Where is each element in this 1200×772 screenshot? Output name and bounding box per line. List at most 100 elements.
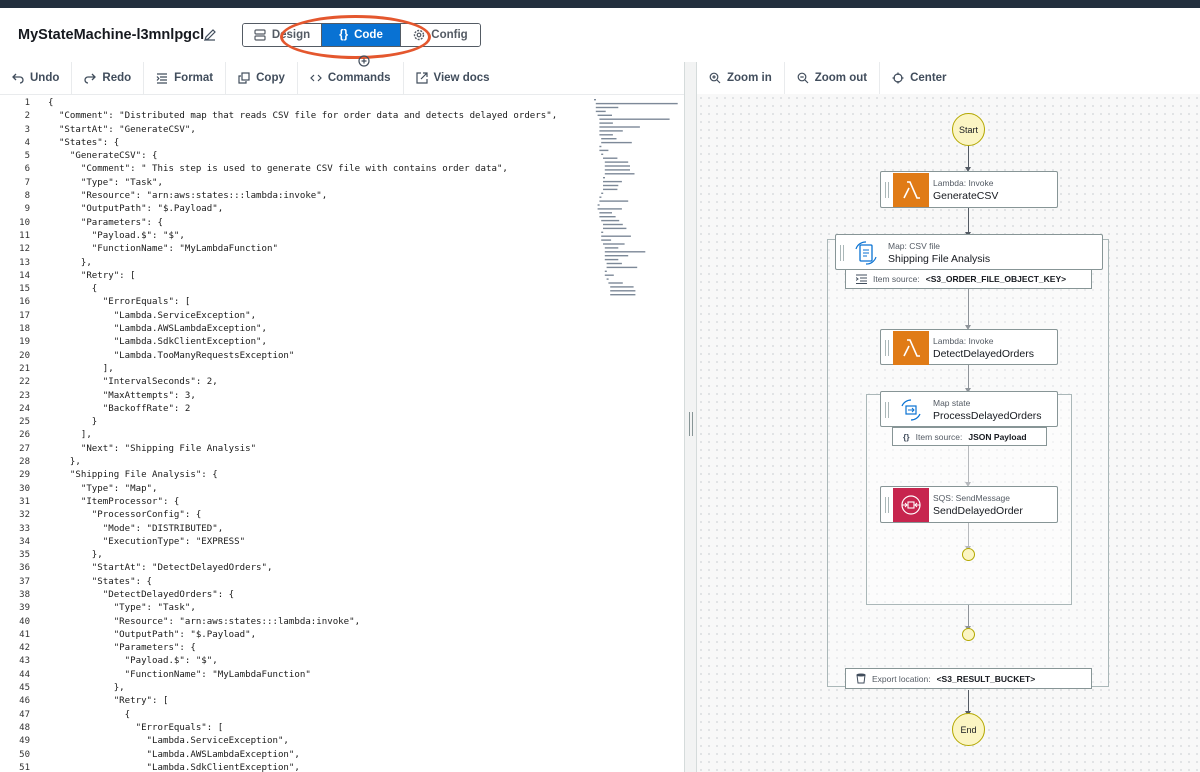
drag-handle-icon[interactable] — [885, 497, 889, 513]
minimap-line — [604, 165, 630, 167]
export-location-tag[interactable]: Export location: <S3_RESULT_BUCKET> — [845, 668, 1092, 689]
code-line[interactable]: "Type": "Task", — [48, 177, 588, 190]
send-delayed-order-node[interactable]: SQS: SendMessage SendDelayedOrder — [880, 486, 1058, 523]
drag-handle-icon[interactable] — [840, 245, 844, 261]
code-line[interactable]: "States": { — [48, 137, 588, 150]
code-line[interactable]: }, — [48, 682, 588, 695]
start-node[interactable]: Start — [952, 113, 985, 146]
code-line[interactable]: "OutputPath": "$.Payload", — [48, 629, 588, 642]
code-line[interactable]: "Lambda.ServiceException", — [48, 735, 588, 748]
undo-button[interactable]: Undo — [0, 62, 73, 94]
inner-map-end-node[interactable] — [962, 548, 975, 561]
code-line[interactable]: "Lambda.SdkClientException", — [48, 762, 588, 772]
node-name-label: SendDelayedOrder — [933, 505, 1023, 517]
code-line[interactable]: "ItemProcessor": { — [48, 496, 588, 509]
item-source-s3-tag[interactable]: Item source: <S3_ORDER_FILE_OBJECT_KEY> — [845, 269, 1092, 289]
code-line[interactable]: { — [48, 709, 588, 722]
code-line[interactable]: "ProcessorConfig": { — [48, 509, 588, 522]
code-line[interactable]: "MaxAttempts": 3, — [48, 390, 588, 403]
code-line[interactable]: "Type": "Map", — [48, 483, 588, 496]
code-line[interactable]: "Lambda.SdkClientException", — [48, 336, 588, 349]
redo-button[interactable]: Redo — [72, 62, 145, 94]
code-line[interactable]: "Parameters": { — [48, 217, 588, 230]
drag-handle-icon[interactable] — [885, 402, 889, 418]
code-text-area[interactable]: { "Comment": "Distributed map that reads… — [48, 97, 588, 772]
zoom-out-icon — [797, 72, 809, 84]
code-line[interactable]: "Payload.$": "$", — [48, 230, 588, 243]
code-line[interactable]: ], — [48, 363, 588, 376]
code-line[interactable]: "StartAt": "GenerateCSV", — [48, 124, 588, 137]
code-line[interactable]: "Lambda.TooManyRequestsException" — [48, 350, 588, 363]
view-docs-link[interactable]: View docs — [404, 62, 502, 94]
code-line[interactable]: "Payload.$": "$", — [48, 655, 588, 668]
end-node[interactable]: End — [952, 713, 985, 746]
item-source-json-tag[interactable]: {} Item source: JSON Payload — [892, 427, 1047, 446]
minimap-line — [594, 99, 596, 101]
code-editor[interactable]: 1 2 3 4 5 6 7 8 9 10 11 12 13 14 15 16 17 18 19 20 21 22 23 24 2… — [0, 94, 684, 772]
code-line[interactable]: { — [48, 97, 588, 110]
code-line[interactable]: }, — [48, 549, 588, 562]
code-line[interactable]: "Comment": "Distributed map that reads C… — [48, 110, 588, 123]
code-line[interactable]: "Lambda.ServiceException", — [48, 310, 588, 323]
line-number: 25 — [19, 417, 30, 428]
code-line[interactable]: "IntervalSeconds": 2, — [48, 376, 588, 389]
code-line[interactable]: "ErrorEquals": [ — [48, 296, 588, 309]
code-line[interactable]: "Resource": "arn:aws:states:::lambda:inv… — [48, 616, 588, 629]
detect-delayed-orders-node[interactable]: Lambda: Invoke DetectDelayedOrders — [880, 329, 1058, 365]
code-line[interactable]: "Type": "Task", — [48, 602, 588, 615]
outer-map-end-node[interactable] — [962, 628, 975, 641]
code-line[interactable]: } — [48, 416, 588, 429]
center-button[interactable]: Center — [880, 62, 958, 94]
code-line[interactable]: "Lambda.AWSLambdaException", — [48, 749, 588, 762]
minimap-line — [601, 153, 604, 155]
panel-resize-handle[interactable] — [684, 62, 697, 772]
line-number: 35 — [19, 550, 30, 561]
minimap-line — [599, 130, 623, 132]
config-mode-button[interactable]: Config — [401, 24, 480, 46]
code-line[interactable]: "DetectDelayedOrders": { — [48, 589, 588, 602]
code-line[interactable]: "Parameters": { — [48, 642, 588, 655]
code-line[interactable]: "Resource": "arn:aws:states:::lambda:inv… — [48, 190, 588, 203]
copy-button[interactable]: Copy — [226, 62, 298, 94]
line-number: 7 — [24, 177, 30, 188]
code-line[interactable]: "StartAt": "DetectDelayedOrders", — [48, 562, 588, 575]
code-line[interactable]: { — [48, 283, 588, 296]
code-line[interactable]: "States": { — [48, 576, 588, 589]
code-mode-button[interactable]: {} Code — [322, 24, 401, 46]
drag-handle-icon[interactable] — [885, 182, 889, 198]
code-line[interactable]: "ExecutionType": "EXPRESS" — [48, 536, 588, 549]
code-line[interactable]: "Next": "Shipping File Analysis" — [48, 443, 588, 456]
code-line[interactable]: "Shipping File Analysis": { — [48, 469, 588, 482]
process-delayed-orders-node[interactable]: Map state ProcessDelayedOrders — [880, 391, 1058, 427]
code-line[interactable]: ], — [48, 429, 588, 442]
code-line[interactable]: "Retry": [ — [48, 270, 588, 283]
workflow-graph-canvas[interactable]: Start Lambda: Invoke GenerateCSV Map: CS… — [697, 94, 1200, 772]
format-button[interactable]: Format — [144, 62, 227, 94]
format-label: Format — [174, 72, 214, 84]
code-line[interactable]: "Comment": " This step is used to genera… — [48, 163, 588, 176]
drag-handle-icon[interactable] — [885, 340, 889, 356]
zoom-out-button[interactable]: Zoom out — [785, 62, 881, 94]
code-line[interactable]: "Retry": [ — [48, 695, 588, 708]
code-line[interactable]: }, — [48, 257, 588, 270]
code-line[interactable]: "Lambda.AWSLambdaException", — [48, 323, 588, 336]
line-number: 29 — [19, 470, 30, 481]
commands-button[interactable]: Commands — [298, 62, 404, 94]
generate-csv-node[interactable]: Lambda: Invoke GenerateCSV — [880, 171, 1058, 208]
code-line[interactable]: }, — [48, 456, 588, 469]
minimap-line — [595, 110, 606, 113]
pencil-icon[interactable] — [203, 28, 217, 42]
zoom-in-button[interactable]: Zoom in — [697, 62, 785, 94]
shipping-file-analysis-node[interactable]: Map: CSV file Shipping File Analysis — [835, 234, 1103, 270]
code-minimap[interactable] — [590, 97, 682, 302]
code-line[interactable]: "GenerateCSV": { — [48, 150, 588, 163]
item-source-value: JSON Payload — [968, 431, 1027, 442]
code-line[interactable]: "FunctionName": "MyLambdaFunction" — [48, 669, 588, 682]
minimap-line — [601, 141, 632, 144]
code-line[interactable]: "BackoffRate": 2 — [48, 403, 588, 416]
design-mode-button[interactable]: Design — [243, 24, 322, 46]
code-line[interactable]: "ErrorEquals": [ — [48, 722, 588, 735]
code-line[interactable]: "FunctionName": "MyLambdaFunction" — [48, 243, 588, 256]
code-line[interactable]: "Mode": "DISTRIBUTED", — [48, 523, 588, 536]
code-line[interactable]: "OutputPath": "$.Payload", — [48, 203, 588, 216]
